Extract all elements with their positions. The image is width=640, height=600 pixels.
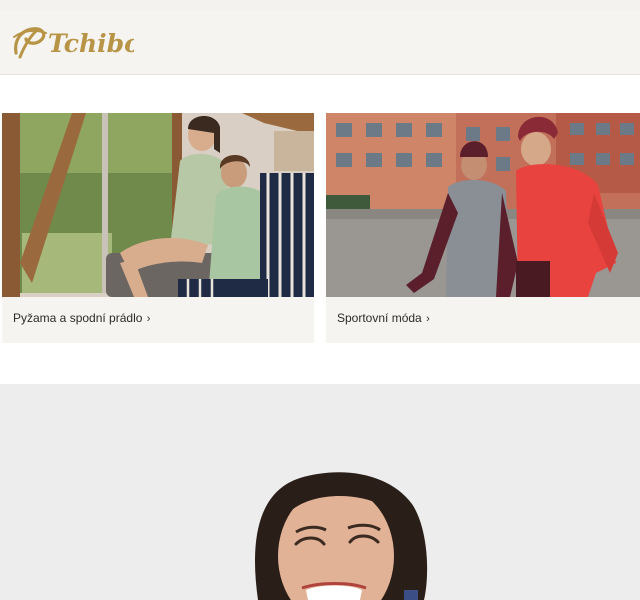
svg-text:Tchibo: Tchibo: [48, 29, 134, 58]
tchibo-logo: Tchibo: [13, 27, 134, 59]
category-label-sleepwear: Pyžama a spodní prádlo ›: [13, 311, 151, 325]
top-strip: [0, 0, 640, 10]
chevron-right-icon: ›: [146, 313, 151, 325]
category-card-sleepwear[interactable]: Pyžama a spodní prádlo ›: [2, 113, 314, 343]
category-card-sportswear[interactable]: Sportovní móda ›: [326, 113, 640, 343]
chevron-right-icon: ›: [426, 313, 430, 325]
hero-banner[interactable]: [0, 384, 640, 600]
sleepwear-photo: [2, 113, 314, 297]
category-label-sportswear: Sportovní móda ›: [337, 311, 430, 325]
sportswear-photo: [326, 113, 640, 297]
site-header: Tchibo: [0, 10, 640, 75]
smiling-woman-photo: [0, 384, 640, 600]
